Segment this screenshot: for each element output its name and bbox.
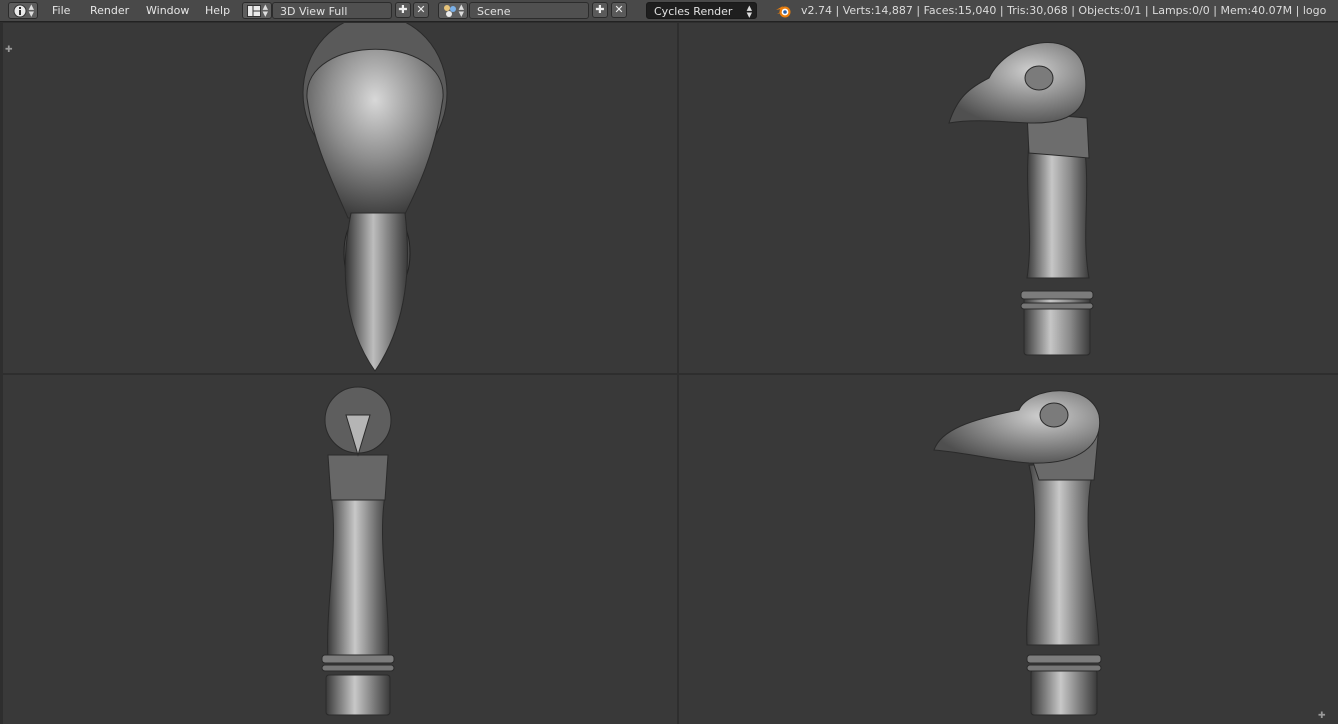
plus-icon: ✚ [398, 3, 408, 16]
dropdown-arrows-icon: ▲ ▼ [28, 3, 34, 18]
scene-browse-button[interactable]: ▲ ▼ [438, 2, 468, 19]
render-engine-dropdown[interactable]: Cycles Render ▲ ▼ [646, 2, 757, 19]
screen-layout-browse-button[interactable]: ▲ ▼ [242, 2, 272, 19]
x-icon: ✕ [614, 3, 624, 16]
menu-file[interactable]: File [52, 2, 70, 19]
dropdown-arrows-icon: ▲ ▼ [262, 3, 268, 18]
delete-screen-button[interactable]: ✕ [413, 2, 429, 18]
editor-type-selector[interactable]: ▲ ▼ [8, 2, 38, 19]
add-screen-button[interactable]: ✚ [395, 2, 411, 18]
model-top-view [302, 23, 448, 372]
viewport-front[interactable] [3, 375, 677, 724]
add-scene-button[interactable]: ✚ [592, 2, 608, 18]
render-engine-name: Cycles Render [654, 5, 733, 18]
scene-name: Scene [477, 5, 511, 18]
info-icon [13, 4, 27, 18]
area-split-handle-icon[interactable]: ✚ [5, 46, 13, 55]
dropdown-arrows-icon: ▲ ▼ [746, 4, 752, 19]
screen-layout-field[interactable]: 3D View Full [272, 2, 392, 19]
viewport-right[interactable] [679, 23, 1338, 373]
model-front-view [321, 386, 395, 716]
menu-window[interactable]: Window [146, 2, 189, 19]
model-left-view [933, 390, 1102, 716]
viewport-left[interactable] [679, 375, 1338, 724]
scene-statistics: v2.74 | Verts:14,887 | Faces:15,040 | Tr… [801, 4, 1327, 17]
info-header: ▲ ▼ File Render Window Help ▲ ▼ 3D View Fu… [0, 0, 1338, 22]
menu-render[interactable]: Render [90, 2, 129, 19]
viewport-top[interactable] [3, 23, 677, 373]
screen-layout-name: 3D View Full [280, 5, 348, 18]
screen-layout-icon [247, 5, 261, 17]
area-split-handle-icon[interactable]: ✚ [1318, 712, 1326, 721]
x-icon: ✕ [416, 3, 426, 16]
scene-icon [444, 5, 456, 17]
delete-scene-button[interactable]: ✕ [611, 2, 627, 18]
dropdown-arrows-icon: ▲ ▼ [458, 3, 464, 18]
model-right-view [948, 42, 1094, 356]
plus-icon: ✚ [595, 3, 605, 16]
menu-help[interactable]: Help [205, 2, 230, 19]
blender-logo-icon [776, 6, 791, 18]
scene-field[interactable]: Scene [469, 2, 589, 19]
